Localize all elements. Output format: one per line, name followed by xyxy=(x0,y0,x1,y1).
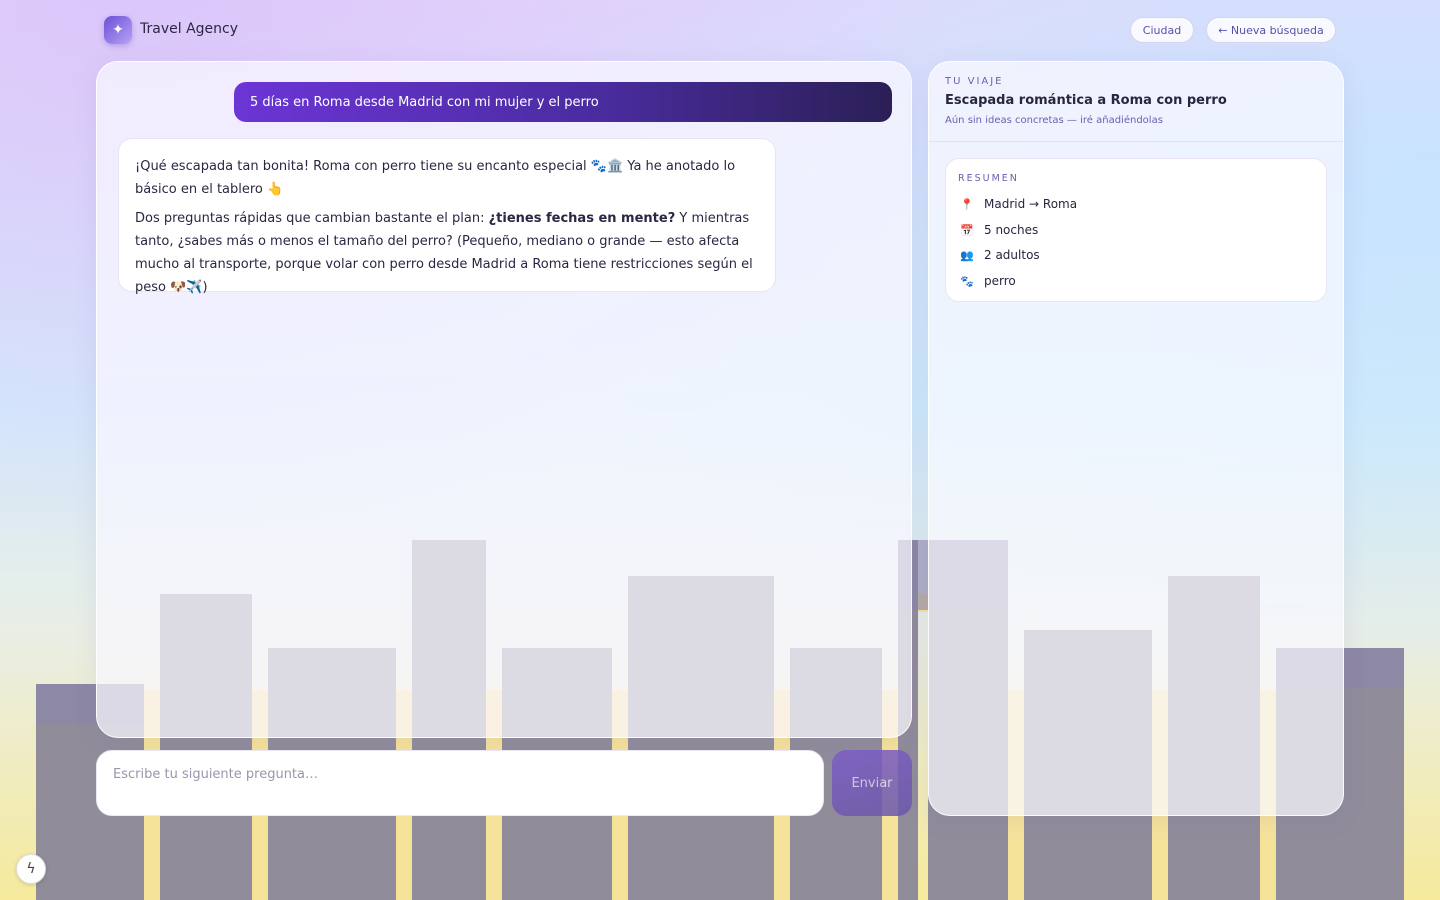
assistant-message-paragraph-1: ¡Qué escapada tan bonita! Roma con perro… xyxy=(135,159,736,197)
summary-nights-text: 5 noches xyxy=(984,223,1039,237)
summary-travelers: 👥 2 adultos xyxy=(958,245,1040,265)
assistant-message: ¡Qué escapada tan bonita! Roma con perro… xyxy=(118,138,776,295)
summary-travelers-text: 2 adultos xyxy=(984,248,1040,262)
message-input[interactable] xyxy=(113,763,803,785)
summary-label: RESUMEN xyxy=(958,173,1019,184)
trip-header: TU VIAJE Escapada romántica a Roma con p… xyxy=(929,62,1343,142)
message-composer xyxy=(96,750,824,816)
summary-card: RESUMEN 📍 Madrid → Roma 📅 5 noches 👥 2 a… xyxy=(945,158,1327,302)
user-message: 5 días en Roma desde Madrid con mi mujer… xyxy=(234,82,892,122)
chat-panel: 5 días en Roma desde Madrid con mi mujer… xyxy=(96,61,912,738)
paw-icon: 🐾 xyxy=(960,274,974,288)
trip-panel: TU VIAJE Escapada romántica a Roma con p… xyxy=(928,61,1344,816)
summary-route-text: Madrid → Roma xyxy=(984,197,1078,211)
trip-subtitle: Aún sin ideas concretas — iré añadiéndol… xyxy=(945,115,1163,126)
pin-icon: 📍 xyxy=(960,197,974,211)
trip-eyebrow: TU VIAJE xyxy=(945,76,1004,87)
new-search-button[interactable]: ← Nueva búsqueda xyxy=(1206,17,1336,43)
top-bar: ✦ Travel Agency Ciudad ← Nueva búsqueda xyxy=(0,0,1440,60)
trip-title: Escapada romántica a Roma con perro xyxy=(945,93,1227,108)
dates-question: ¿tienes fechas en mente? xyxy=(488,211,676,226)
send-button[interactable]: Enviar xyxy=(832,750,912,816)
assistant-message-paragraph-2: Dos preguntas rápidas que cambian bastan… xyxy=(135,207,759,299)
summary-pet: 🐾 perro xyxy=(958,271,1016,291)
summary-route: 📍 Madrid → Roma xyxy=(958,194,1077,214)
sparkle-logo-icon: ✦ xyxy=(104,16,132,44)
brand-name: Travel Agency xyxy=(140,21,238,37)
people-icon: 👥 xyxy=(960,248,974,262)
summary-nights: 📅 5 noches xyxy=(958,220,1038,240)
question-intro: Dos preguntas rápidas que cambian bastan… xyxy=(135,211,489,226)
lightning-icon[interactable]: ϟ xyxy=(16,854,46,884)
city-button[interactable]: Ciudad xyxy=(1130,17,1194,43)
user-message-text: 5 días en Roma desde Madrid con mi mujer… xyxy=(250,94,599,110)
calendar-icon: 📅 xyxy=(960,223,974,237)
summary-pet-text: perro xyxy=(984,274,1016,288)
